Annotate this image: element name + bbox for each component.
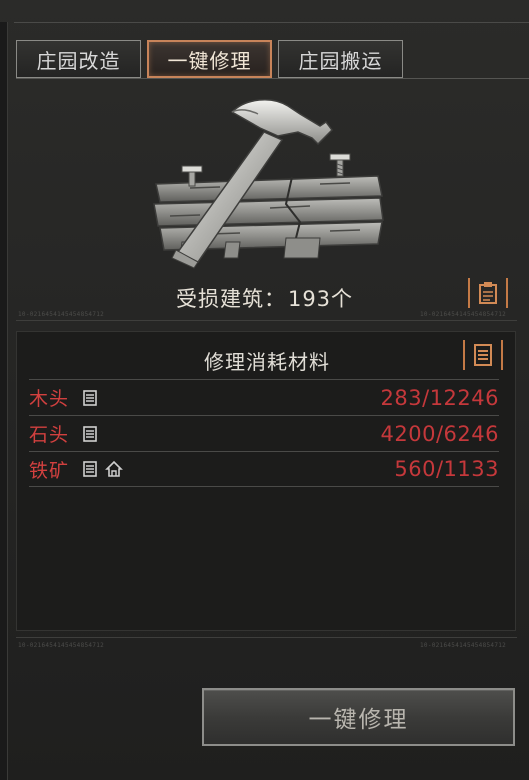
damaged-buildings: 受损建筑：193个: [0, 283, 529, 313]
bottom-divider: [16, 637, 517, 638]
repair-window: 庄园改造 一键修理 庄园搬运 10-0216454145454854712 10…: [0, 0, 529, 780]
tab-divider: [16, 78, 529, 79]
tab-manor-renovation[interactable]: 庄园改造: [16, 40, 141, 78]
scroll-icon: [83, 461, 97, 477]
material-name: 木头: [29, 388, 70, 410]
material-count: 283/12246: [380, 385, 499, 410]
hammer-planks-illustration: [153, 99, 384, 269]
damaged-unit: 个: [331, 287, 354, 311]
material-row-wood[interactable]: 木头 283/12246: [29, 379, 499, 415]
material-count: 560/1133: [394, 457, 499, 481]
material-row-stone[interactable]: 石头 4200/6246: [29, 415, 499, 451]
material-row-iron[interactable]: 铁矿 560/1133: [29, 451, 499, 487]
scroll-icon: [83, 389, 97, 406]
damaged-label: 受损建筑：: [175, 287, 286, 311]
scroll-list-icon: [474, 344, 492, 366]
material-count: 4200/6246: [380, 421, 499, 446]
section-divider: [16, 320, 517, 321]
materials-info-button[interactable]: [463, 340, 503, 370]
material-name: 铁矿: [29, 459, 70, 482]
material-name: 石头: [29, 424, 70, 446]
top-divider: [14, 22, 529, 23]
damaged-count: 193: [287, 287, 332, 311]
clipboard-icon: [479, 282, 497, 304]
serial-mark-bottom-right: 10-0216454145454854712: [420, 642, 507, 649]
tab-one-click-repair[interactable]: 一键修理: [147, 40, 272, 78]
materials-title: 修理消耗材料: [204, 350, 330, 374]
materials-list: 木头 283/12246 石头 4200/6246 铁矿 560/1133: [29, 379, 499, 487]
serial-mark-bottom-left: 10-0216454145454854712: [18, 642, 105, 649]
materials-panel: 修理消耗材料 木头 283/12246 石头 4200/6246 铁矿 560/…: [16, 331, 516, 631]
tab-bar: 庄园改造 一键修理 庄园搬运: [16, 40, 403, 78]
house-icon: [105, 460, 123, 477]
scroll-icon: [83, 425, 97, 442]
clipboard-button[interactable]: [468, 278, 508, 308]
one-click-repair-button[interactable]: 一键修理: [202, 688, 515, 746]
tab-manor-relocation[interactable]: 庄园搬运: [278, 40, 403, 78]
left-edge: [0, 22, 8, 780]
